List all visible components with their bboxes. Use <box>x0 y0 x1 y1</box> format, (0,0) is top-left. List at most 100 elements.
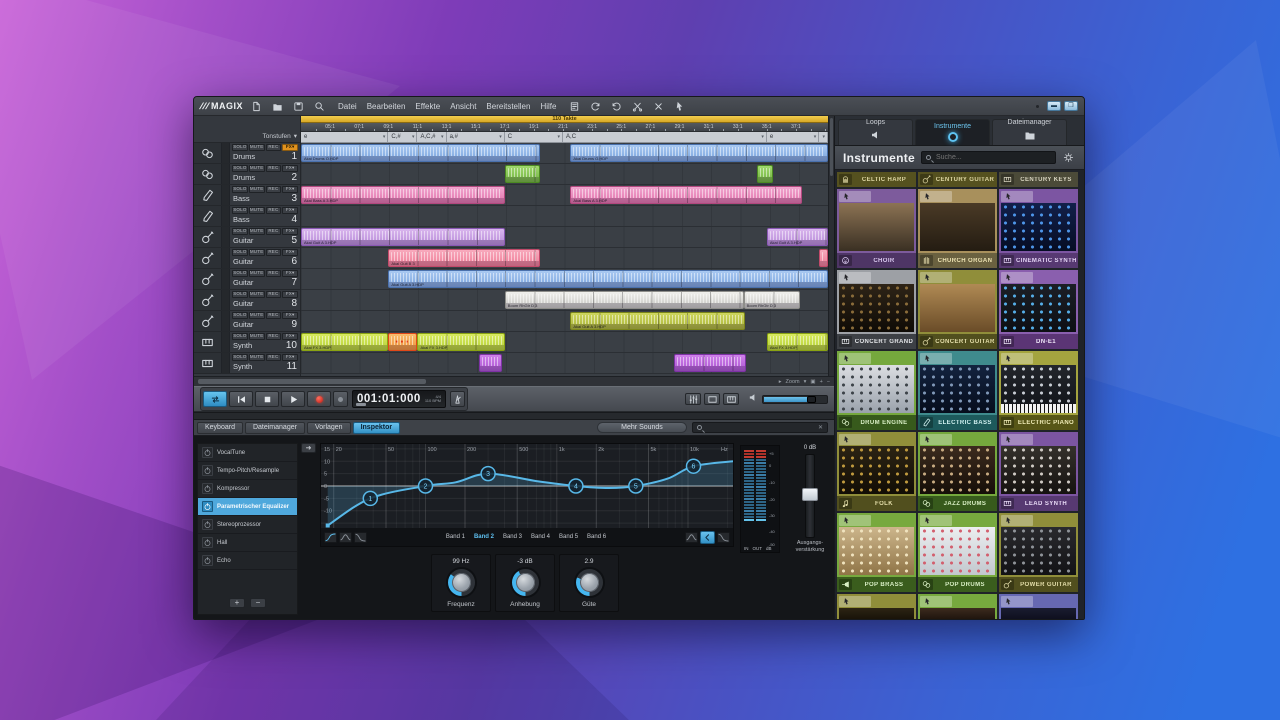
solo-button[interactable]: SOLO <box>232 165 248 172</box>
effect-parametrischer-equalizer[interactable]: Parametrischer Equalizer <box>198 498 297 516</box>
audio-clip[interactable]: Akai Guit A 3.HDP <box>570 312 745 330</box>
effect-hall[interactable]: Hall <box>198 534 297 552</box>
track-lane-drums-2[interactable] <box>301 164 828 185</box>
instrument-image[interactable] <box>918 513 997 577</box>
loop-range-bar[interactable]: 110 Takte <box>301 116 828 123</box>
menu-effekte[interactable]: Effekte <box>410 102 445 111</box>
mute-button[interactable]: MUTE <box>249 207 265 214</box>
audio-clip[interactable] <box>479 354 502 372</box>
instrument-tile-power-guitar[interactable]: POWER GUITAR <box>999 513 1078 592</box>
instrument-tile-choir[interactable]: CHOIR <box>837 189 916 268</box>
audio-clip[interactable] <box>388 333 417 351</box>
solo-button[interactable]: SOLO <box>232 207 248 214</box>
instrument-tile-partial[interactable] <box>918 594 997 620</box>
chord-segment[interactable]: C,#▾ <box>388 132 417 142</box>
knob-control-g-te[interactable] <box>574 567 605 598</box>
power-icon[interactable] <box>202 555 213 566</box>
track-lane-guitar-8[interactable]: Boom RhGtr D 3Boom RhGtr D 3 <box>301 290 828 311</box>
highshelf-filter-button[interactable] <box>685 532 698 543</box>
solo-button[interactable]: SOLO <box>232 312 248 319</box>
remove-effect-button[interactable]: − <box>250 598 266 608</box>
menu-bearbeiten[interactable]: Bearbeiten <box>362 102 411 111</box>
instrument-image[interactable] <box>918 270 997 334</box>
minimize-button[interactable]: ▬ <box>1047 101 1061 111</box>
track-lane-guitar-7[interactable]: Akai Guit A 3.HDP <box>301 269 828 290</box>
fx-button[interactable]: FX▾ <box>282 249 298 256</box>
mute-button[interactable]: MUTE <box>249 291 265 298</box>
track-lane-drums-1[interactable]: Akai Drums O.HDPAkai Drums O.HDP <box>301 143 828 164</box>
play-small-icon[interactable]: ▸ <box>779 379 782 385</box>
menu-ansicht[interactable]: Ansicht <box>445 102 481 111</box>
knob-control-frequenz[interactable] <box>446 567 477 598</box>
rec-button[interactable]: REC <box>266 228 282 235</box>
instrument-tile-pop-brass[interactable]: POP BRASS <box>837 513 916 592</box>
effect-tempo-pitch-resample[interactable]: Tempo-Pitch/Resample <box>198 462 297 480</box>
audio-clip[interactable]: Akai Guit A 3.HDP <box>388 270 828 288</box>
tab-dateimanager[interactable]: Dateimanager <box>245 422 305 434</box>
instrument-tile-drum-engine[interactable]: DRUM ENGINE <box>837 351 916 430</box>
power-icon[interactable] <box>202 483 213 494</box>
effect-vocaltune[interactable]: VocalTune <box>198 444 297 462</box>
metronome-button[interactable] <box>450 391 465 407</box>
mute-button[interactable]: MUTE <box>249 270 265 277</box>
effect-kompressor[interactable]: Kompressor <box>198 480 297 498</box>
save-icon[interactable] <box>291 99 306 113</box>
instrument-image[interactable] <box>837 432 916 496</box>
chord-segment[interactable]: ▾ <box>819 132 828 142</box>
chord-segment[interactable]: C▾ <box>505 132 563 142</box>
solo-button[interactable]: SOLO <box>232 354 248 361</box>
instrument-image[interactable] <box>999 432 1078 496</box>
chord-segment[interactable]: a,#▾ <box>447 132 505 142</box>
add-effect-button[interactable]: + <box>229 598 245 608</box>
redo-icon[interactable] <box>588 99 603 113</box>
instrument-image[interactable] <box>999 513 1078 577</box>
mute-button[interactable]: MUTE <box>249 333 265 340</box>
close-icon[interactable]: ✕ <box>818 424 823 431</box>
horizontal-scroll-thumb[interactable] <box>198 379 426 384</box>
skip-to-start-button[interactable] <box>229 391 253 407</box>
audio-clip[interactable]: Akai Drums O.HDP <box>570 144 828 162</box>
instrument-tile-partial[interactable] <box>999 594 1078 620</box>
record-mode-button[interactable] <box>333 391 348 407</box>
menu-bereitstellen[interactable]: Bereitstellen <box>481 102 535 111</box>
instrument-image[interactable] <box>918 432 997 496</box>
rec-button[interactable]: REC <box>266 144 282 151</box>
track-lane-guitar-6[interactable]: Akai Guit B 3 <box>301 248 828 269</box>
instrument-tile-dn-e1[interactable]: DN-E1 <box>999 270 1078 349</box>
rec-button[interactable]: REC <box>266 165 282 172</box>
instrument-tile-concert-guitar[interactable]: CONCERT GUITAR <box>918 270 997 349</box>
sounds-search[interactable]: ✕ <box>692 422 828 433</box>
fx-button[interactable]: FX▾ <box>282 144 298 151</box>
audio-clip[interactable]: Akai FX 3.HDP <box>767 333 828 351</box>
open-folder-icon[interactable] <box>270 99 285 113</box>
fx-button[interactable]: FX▾ <box>282 165 298 172</box>
instrument-tile-partial[interactable] <box>837 594 916 620</box>
rec-button[interactable]: REC <box>266 207 282 214</box>
audio-clip[interactable]: Boom RhGtr D 3 <box>744 291 801 309</box>
audio-clip[interactable] <box>757 165 773 183</box>
audio-clip[interactable] <box>505 165 540 183</box>
new-file-icon[interactable] <box>249 99 264 113</box>
undo-icon[interactable] <box>609 99 624 113</box>
mute-button[interactable]: MUTE <box>249 144 265 151</box>
fx-button[interactable]: FX▾ <box>282 333 298 340</box>
mixer-button[interactable] <box>685 393 701 405</box>
solo-button[interactable]: SOLO <box>232 270 248 277</box>
power-icon[interactable] <box>202 465 213 476</box>
solo-button[interactable]: SOLO <box>232 333 248 340</box>
keyboard-view-button[interactable] <box>723 393 739 405</box>
volume-thumb[interactable] <box>807 396 816 403</box>
fx-button[interactable]: FX▾ <box>282 186 298 193</box>
audio-clip[interactable]: Akai Guit B 3 <box>388 249 539 267</box>
solo-button[interactable]: SOLO <box>232 144 248 151</box>
band-tab-band-6[interactable]: Band 6 <box>587 534 606 540</box>
fx-button[interactable]: FX▾ <box>282 207 298 214</box>
track-lane-guitar-9[interactable]: Akai Guit A 3.HDP <box>301 311 828 332</box>
track-lane-bass-3[interactable]: Akai Bass A 3.HDPAkai Bass A 3.HDP <box>301 185 828 206</box>
instrument-image[interactable] <box>918 351 997 415</box>
more-sounds-button[interactable]: Mehr Sounds <box>597 422 687 433</box>
peak-filter-button[interactable] <box>354 532 367 543</box>
power-icon[interactable] <box>202 519 213 530</box>
instrument-tile-folk[interactable]: FOLK <box>837 432 916 511</box>
zoom-out-icon[interactable]: − <box>827 379 830 385</box>
